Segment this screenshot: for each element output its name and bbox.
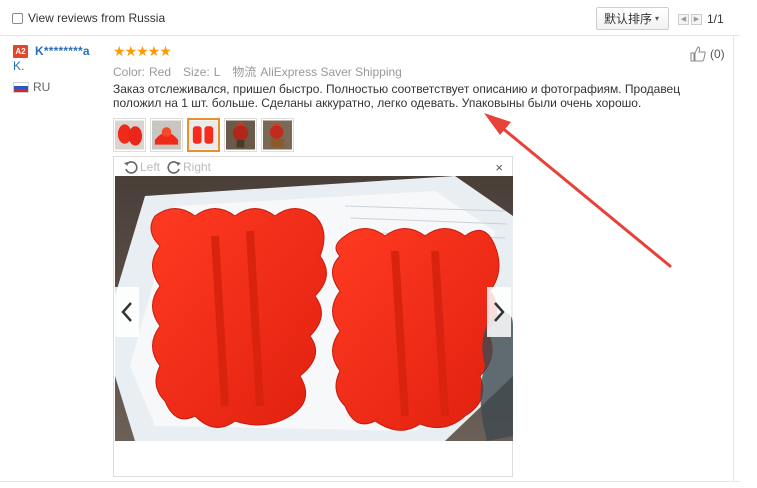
photo-thumbnail[interactable] — [150, 118, 183, 152]
review-filter-bar: View reviews from Russia 默认排序 ▾ ◀ ▶ 1/1 — [0, 0, 740, 36]
divider — [733, 36, 734, 482]
country-filter-checkbox[interactable] — [12, 12, 23, 24]
rotate-right-label: Right — [183, 160, 212, 174]
prev-page-icon[interactable]: ◀ — [678, 13, 689, 25]
rating-stars: ★★★★★ — [113, 43, 172, 59]
pagination: ◀ ▶ 1/1 — [678, 12, 724, 26]
helpful-count: (0) — [710, 47, 725, 61]
chevron-left-icon — [121, 302, 132, 322]
sort-dropdown[interactable]: 默认排序 ▾ — [596, 7, 669, 30]
next-photo-button[interactable] — [487, 287, 511, 337]
close-icon[interactable]: × — [495, 161, 503, 174]
russia-flag-icon — [13, 82, 29, 93]
photo-thumbnail[interactable] — [224, 118, 257, 152]
size-value: L — [213, 65, 221, 79]
photo-thumbnails — [113, 118, 298, 152]
rotate-left-button[interactable]: Left — [123, 159, 160, 175]
color-label: Color: — [113, 65, 146, 79]
next-page-icon[interactable]: ▶ — [691, 13, 702, 25]
divider — [0, 481, 740, 482]
photo-viewer: Left Right × — [113, 156, 513, 477]
country-filter-label: View reviews from Russia — [28, 11, 166, 25]
color-value: Red — [149, 65, 172, 79]
rotate-right-button[interactable]: Right — [166, 159, 211, 175]
helpful-button[interactable]: (0) — [689, 45, 725, 63]
review-photo — [115, 176, 513, 441]
reviewer-name-continued[interactable]: K. — [13, 59, 24, 73]
order-attributes: Color: Red Size: L 物流 AliExpress Saver Shippi… — [113, 63, 402, 80]
reviewer-name[interactable]: K********a — [35, 44, 90, 58]
photo-thumbnail[interactable] — [261, 118, 294, 152]
chevron-right-icon — [494, 302, 505, 322]
previous-photo-button[interactable] — [115, 287, 139, 337]
shipping-value: AliExpress Saver Shipping — [260, 65, 402, 79]
photo-thumbnail-selected[interactable] — [187, 118, 220, 152]
thumbs-up-icon — [690, 46, 706, 62]
avatar: A2 — [13, 45, 28, 58]
rotate-left-label: Left — [140, 160, 161, 174]
country-filter[interactable]: View reviews from Russia — [12, 11, 165, 25]
size-label: Size: — [183, 65, 210, 79]
rotate-right-icon — [167, 161, 181, 174]
chevron-down-icon: ▾ — [655, 14, 660, 23]
rotate-left-icon — [124, 161, 138, 174]
photo-thumbnail[interactable] — [113, 118, 146, 152]
review-page: View reviews from Russia 默认排序 ▾ ◀ ▶ 1/1 … — [0, 0, 757, 488]
shipping-label: 物流 — [232, 65, 257, 79]
page-indicator: 1/1 — [707, 12, 724, 26]
sort-dropdown-label: 默认排序 — [604, 12, 653, 26]
review-text: Заказ отслеживался, пришел быстро. Полно… — [113, 82, 681, 110]
reviewer-country: RU — [33, 80, 51, 94]
